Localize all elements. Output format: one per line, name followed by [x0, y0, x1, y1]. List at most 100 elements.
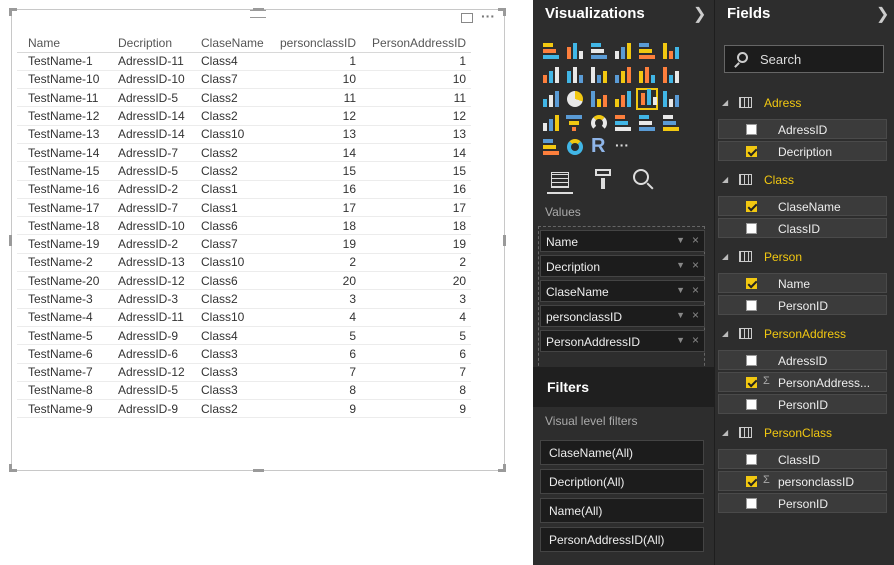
map-icon[interactable] — [612, 88, 634, 110]
filter-card[interactable]: PersonAddressID(All) — [540, 527, 704, 552]
field-checkbox[interactable] — [746, 124, 757, 135]
filled-map-icon[interactable] — [540, 112, 562, 134]
expand-caret-icon[interactable]: ◢ — [722, 98, 728, 107]
expand-caret-icon[interactable]: ◢ — [722, 428, 728, 437]
table-row[interactable]: TestName-2 AdressID-13 Class10 2 2 — [17, 253, 472, 273]
table-row[interactable]: TestName-12 AdressID-14 Class2 12 12 — [17, 106, 472, 126]
format-paint-roller-icon[interactable] — [595, 169, 613, 189]
table-row[interactable]: TestName-7 AdressID-12 Class3 7 7 — [17, 363, 472, 382]
column-header-decription[interactable]: Decription — [107, 35, 190, 53]
collapse-visualizations-icon[interactable]: ❯ — [693, 4, 706, 24]
field-item[interactable]: PersonID — [718, 394, 887, 414]
treemap-icon[interactable] — [588, 88, 610, 110]
field-item[interactable]: ClassID — [718, 449, 887, 469]
value-field-pill[interactable]: personclassID ▼ × — [540, 305, 705, 327]
resize-handle-bottom-right-v[interactable] — [503, 464, 506, 472]
column-header-personaddressid[interactable]: PersonAddressID — [361, 35, 472, 53]
gauge-icon[interactable] — [588, 112, 610, 134]
kpi-icon[interactable] — [660, 112, 682, 134]
chevron-down-icon[interactable]: ▼ — [676, 235, 685, 245]
chevron-down-icon[interactable]: ▼ — [676, 310, 685, 320]
field-checkbox[interactable] — [746, 201, 757, 212]
field-item[interactable]: Σ PersonAddress... — [718, 372, 887, 392]
scatter-chart-icon[interactable] — [540, 88, 562, 110]
field-table-header[interactable]: ◢ Adress — [718, 94, 887, 116]
field-item[interactable]: PersonID — [718, 295, 887, 315]
remove-field-icon[interactable]: × — [692, 308, 699, 322]
100-stacked-bar-chart-icon[interactable] — [636, 40, 658, 62]
value-field-pill[interactable]: Name ▼ × — [540, 230, 705, 252]
expand-caret-icon[interactable]: ◢ — [722, 175, 728, 184]
ribbon-chart-icon[interactable] — [660, 64, 682, 86]
focus-mode-icon[interactable] — [461, 13, 473, 23]
table-row[interactable]: TestName-8 AdressID-5 Class3 8 8 — [17, 381, 472, 401]
table-row[interactable]: TestName-3 AdressID-3 Class2 3 3 — [17, 289, 472, 309]
field-item[interactable]: Name — [718, 273, 887, 293]
table-icon[interactable] — [636, 88, 658, 110]
table-row[interactable]: TestName-16 AdressID-2 Class1 16 16 — [17, 180, 472, 199]
table-row[interactable]: TestName-20 AdressID-12 Class6 20 20 — [17, 271, 472, 291]
column-header-personclassid[interactable]: personclassID — [269, 35, 362, 53]
resize-handle-bottom-left-v[interactable] — [9, 464, 12, 472]
line-clustered-column-chart-icon[interactable] — [636, 64, 658, 86]
remove-field-icon[interactable]: × — [692, 333, 699, 347]
100-stacked-column-chart-icon[interactable] — [660, 40, 682, 62]
field-checkbox[interactable] — [746, 476, 757, 487]
field-item[interactable]: Decription — [718, 141, 887, 161]
stacked-bar-chart-icon[interactable] — [540, 40, 562, 62]
field-checkbox[interactable] — [746, 399, 757, 410]
filter-card[interactable]: Decription(All) — [540, 469, 704, 494]
table-row[interactable]: TestName-10 AdressID-10 Class7 10 10 — [17, 70, 472, 90]
table-row[interactable]: TestName-17 AdressID-7 Class1 17 17 — [17, 198, 472, 218]
chevron-down-icon[interactable]: ▼ — [676, 285, 685, 295]
remove-field-icon[interactable]: × — [692, 233, 699, 247]
column-header-clasename[interactable]: ClaseName — [190, 35, 269, 53]
resize-handle-top-left-v[interactable] — [9, 8, 12, 16]
drag-grip-icon[interactable] — [250, 10, 266, 18]
area-chart-icon[interactable] — [564, 64, 586, 86]
field-table-header[interactable]: ◢ Person — [718, 248, 887, 270]
card-icon[interactable] — [636, 112, 658, 134]
slicer-icon[interactable] — [540, 136, 562, 158]
resize-handle-right[interactable] — [503, 235, 506, 246]
line-chart-icon[interactable] — [540, 64, 562, 86]
value-field-pill[interactable]: PersonAddressID ▼ × — [540, 330, 705, 352]
field-item[interactable]: ClassID — [718, 218, 887, 238]
table-row[interactable]: TestName-15 AdressID-5 Class2 15 15 — [17, 161, 472, 181]
resize-handle-top-right-v[interactable] — [503, 8, 506, 16]
field-checkbox[interactable] — [746, 223, 757, 234]
table-visual[interactable]: ··· Name Decription ClaseName personclassID… — [11, 8, 505, 471]
column-header-name[interactable]: Name — [17, 35, 107, 53]
field-item[interactable]: PersonID — [718, 493, 887, 513]
table-row[interactable]: TestName-14 AdressID-7 Class2 14 14 — [17, 143, 472, 163]
collapse-fields-icon[interactable]: ❯ — [876, 4, 889, 24]
field-table-header[interactable]: ◢ PersonAddress — [718, 325, 887, 347]
more-options-icon[interactable]: ··· — [481, 8, 495, 24]
r-visual-icon[interactable]: R — [588, 135, 610, 158]
fields-search-box[interactable]: Search — [724, 45, 884, 73]
field-checkbox[interactable] — [746, 278, 757, 289]
expand-caret-icon[interactable]: ◢ — [722, 329, 728, 338]
clustered-column-chart-icon[interactable] — [612, 40, 634, 62]
stacked-column-chart-icon[interactable] — [564, 40, 586, 62]
chevron-down-icon[interactable]: ▼ — [676, 335, 685, 345]
field-item[interactable]: AdressID — [718, 119, 887, 139]
field-checkbox[interactable] — [746, 355, 757, 366]
table-row[interactable]: TestName-13 AdressID-14 Class10 13 13 — [17, 125, 472, 144]
donut-chart-icon[interactable] — [564, 136, 586, 158]
field-item[interactable]: AdressID — [718, 350, 887, 370]
field-checkbox[interactable] — [746, 498, 757, 509]
clustered-bar-chart-icon[interactable] — [588, 40, 610, 62]
field-item[interactable]: ΣpersonclassID — [718, 471, 887, 491]
value-field-pill[interactable]: ClaseName ▼ × — [540, 280, 705, 302]
funnel-icon[interactable] — [564, 112, 586, 134]
expand-caret-icon[interactable]: ◢ — [722, 252, 728, 261]
field-checkbox[interactable] — [746, 300, 757, 311]
table-row[interactable]: TestName-18 AdressID-10 Class6 18 18 — [17, 216, 472, 236]
value-field-pill[interactable]: Decription ▼ × — [540, 255, 705, 277]
remove-field-icon[interactable]: × — [692, 258, 699, 272]
table-row[interactable]: TestName-9 AdressID-9 Class2 9 9 — [17, 399, 472, 419]
table-row[interactable]: TestName-11 AdressID-5 Class2 11 11 — [17, 88, 472, 108]
table-row[interactable]: TestName-1 AdressID-11 Class4 1 1 — [17, 52, 472, 71]
field-table-header[interactable]: ◢ PersonClass — [718, 424, 887, 446]
